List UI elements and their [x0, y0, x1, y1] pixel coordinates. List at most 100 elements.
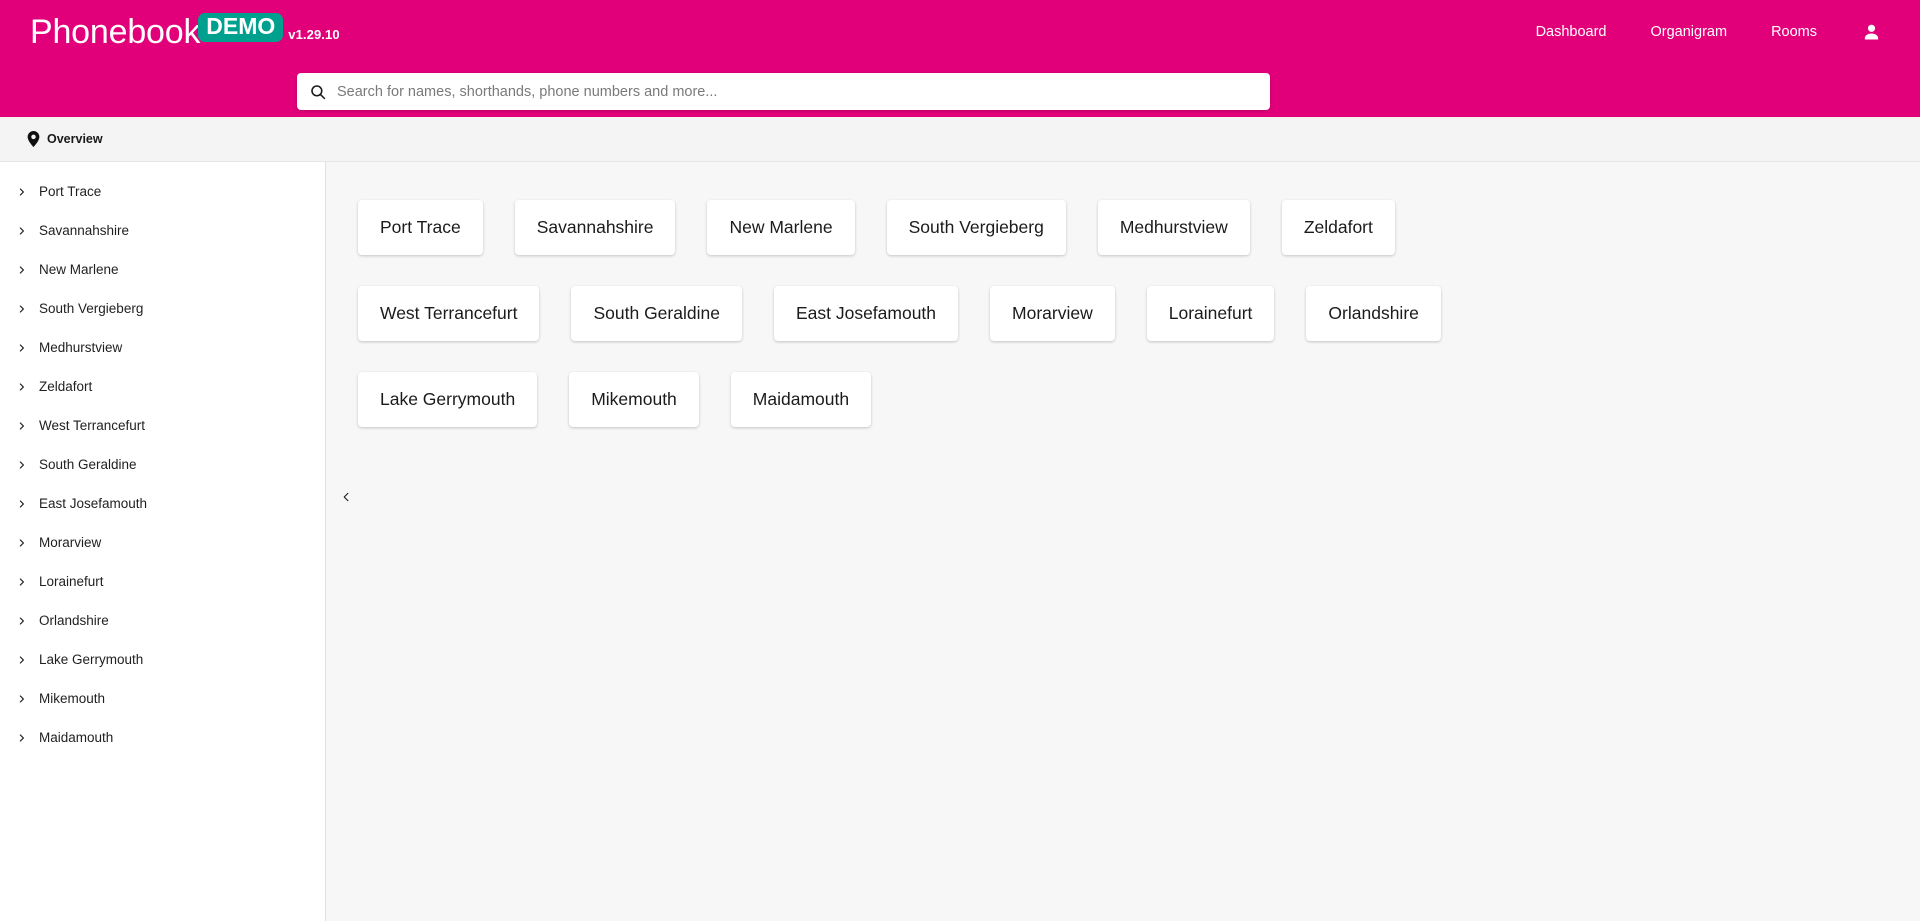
sidebar-item[interactable]: Lorainefurt	[0, 562, 325, 601]
chevron-right-icon[interactable]	[11, 185, 31, 199]
sidebar-item-label: New Marlene	[39, 262, 119, 277]
location-card[interactable]: New Marlene	[707, 200, 855, 255]
location-card[interactable]: Orlandshire	[1306, 286, 1441, 341]
sidebar-item-label: Savannahshire	[39, 223, 130, 238]
sidebar-item[interactable]: East Josefamouth	[0, 484, 325, 523]
location-card-label: South Vergieberg	[908, 217, 1044, 237]
location-card-label: Zeldafort	[1303, 217, 1373, 237]
sidebar-item-label: Lake Gerrymouth	[39, 652, 144, 667]
sidebar-item[interactable]: Orlandshire	[0, 601, 325, 640]
sidebar-item[interactable]: Zeldafort	[0, 367, 325, 406]
location-card-label: Medhurstview	[1119, 217, 1228, 237]
page-body: Port Trace Savannahshire New Marlene South …	[0, 162, 1920, 921]
sidebar-item[interactable]: Maidamouth	[0, 718, 325, 757]
location-card[interactable]: West Terrancefurt	[358, 286, 540, 341]
search-icon	[309, 83, 327, 101]
sidebar-item[interactable]: Morarview	[0, 523, 325, 562]
search-band	[0, 64, 1920, 117]
sidebar-item-label: Mikemouth	[39, 691, 106, 706]
location-card-label: Mikemouth	[591, 389, 677, 409]
location-card-grid: Port Trace Savannahshire New Marlene South …	[326, 162, 1486, 427]
chevron-left-icon	[343, 492, 348, 502]
chevron-right-icon[interactable]	[11, 497, 31, 511]
location-card-label: Morarview	[1012, 303, 1093, 323]
chevron-right-icon[interactable]	[11, 614, 31, 628]
location-card[interactable]: Port Trace	[358, 200, 483, 255]
location-card[interactable]: Zeldafort	[1281, 200, 1395, 255]
sidebar-item[interactable]: Port Trace	[0, 172, 325, 211]
sidebar-item[interactable]: South Geraldine	[0, 445, 325, 484]
version-label: v1.29.10	[288, 26, 340, 42]
top-header-bar: Phonebook DEMO v1.29.10 Dashboard Organi…	[0, 0, 1920, 64]
breadcrumb-overview[interactable]: Overview	[27, 131, 103, 147]
chevron-right-icon[interactable]	[11, 458, 31, 472]
chevron-right-icon[interactable]	[11, 302, 31, 316]
brand-logo[interactable]: Phonebook DEMO v1.29.10	[30, 13, 340, 51]
sidebar-item[interactable]: New Marlene	[0, 250, 325, 289]
sidebar-item-label: Medhurstview	[39, 340, 123, 355]
location-card-label: South Geraldine	[593, 303, 720, 323]
nav-dashboard[interactable]: Dashboard	[1514, 18, 1629, 46]
chevron-right-icon[interactable]	[11, 341, 31, 355]
location-card-label: East Josefamouth	[795, 303, 937, 323]
location-card-label: Maidamouth	[752, 389, 850, 409]
location-card[interactable]: South Vergieberg	[886, 200, 1066, 255]
sidebar-tree: Port Trace Savannahshire New Marlene South …	[0, 162, 326, 921]
app-title: Phonebook	[30, 13, 201, 51]
chevron-right-icon[interactable]	[11, 575, 31, 589]
sidebar-item-label: Maidamouth	[39, 730, 114, 745]
location-card[interactable]: Medhurstview	[1097, 200, 1250, 255]
sidebar-item-label: Lorainefurt	[39, 574, 104, 589]
main-navigation: Dashboard Organigram Rooms	[1514, 16, 1892, 49]
location-card[interactable]: East Josefamouth	[773, 286, 959, 341]
user-icon	[1864, 24, 1879, 39]
chevron-right-icon[interactable]	[11, 224, 31, 238]
sidebar-item[interactable]: South Vergieberg	[0, 289, 325, 328]
location-card[interactable]: South Geraldine	[571, 286, 742, 341]
location-card-label: New Marlene	[729, 217, 833, 237]
sidebar-item[interactable]: Mikemouth	[0, 679, 325, 718]
sidebar-item[interactable]: Lake Gerrymouth	[0, 640, 325, 679]
sidebar-collapse-button[interactable]	[335, 486, 357, 508]
location-card[interactable]: Morarview	[990, 286, 1115, 341]
location-pin-icon	[27, 131, 40, 147]
sidebar-item-label: South Vergieberg	[39, 301, 144, 316]
location-card[interactable]: Savannahshire	[514, 200, 676, 255]
breadcrumb-bar: Overview	[0, 117, 1920, 162]
sidebar-item-label: South Geraldine	[39, 457, 137, 472]
chevron-right-icon[interactable]	[11, 263, 31, 277]
sidebar-item-label: Port Trace	[39, 184, 102, 199]
sidebar-item-label: Orlandshire	[39, 613, 109, 628]
sidebar-item-label: Morarview	[39, 535, 102, 550]
location-card-label: West Terrancefurt	[380, 303, 518, 323]
chevron-right-icon[interactable]	[11, 380, 31, 394]
sidebar-item-label: West Terrancefurt	[39, 418, 146, 433]
location-card-label: Orlandshire	[1328, 303, 1419, 323]
location-card[interactable]: Maidamouth	[730, 372, 872, 427]
nav-rooms[interactable]: Rooms	[1749, 18, 1839, 46]
location-card-label: Port Trace	[380, 217, 461, 237]
sidebar-item[interactable]: Savannahshire	[0, 211, 325, 250]
sidebar-item[interactable]: Medhurstview	[0, 328, 325, 367]
user-account-button[interactable]	[1839, 16, 1892, 49]
chevron-right-icon[interactable]	[11, 536, 31, 550]
location-card[interactable]: Lake Gerrymouth	[358, 372, 538, 427]
location-card-label: Savannahshire	[536, 217, 654, 237]
location-card-label: Lake Gerrymouth	[380, 389, 516, 409]
search-box[interactable]	[297, 73, 1270, 110]
chevron-right-icon[interactable]	[11, 731, 31, 745]
sidebar-item-label: East Josefamouth	[39, 496, 148, 511]
chevron-right-icon[interactable]	[11, 419, 31, 433]
location-card[interactable]: Mikemouth	[569, 372, 699, 427]
location-card[interactable]: Lorainefurt	[1146, 286, 1275, 341]
main-content: Port Trace Savannahshire New Marlene South …	[326, 162, 1920, 921]
location-card-label: Lorainefurt	[1168, 303, 1253, 323]
chevron-right-icon[interactable]	[11, 653, 31, 667]
search-input[interactable]	[337, 83, 1258, 100]
sidebar-item[interactable]: West Terrancefurt	[0, 406, 325, 445]
breadcrumb-label: Overview	[47, 132, 103, 146]
demo-badge: DEMO	[198, 13, 284, 42]
sidebar-item-label: Zeldafort	[39, 379, 93, 394]
chevron-right-icon[interactable]	[11, 692, 31, 706]
nav-organigram[interactable]: Organigram	[1629, 18, 1750, 46]
